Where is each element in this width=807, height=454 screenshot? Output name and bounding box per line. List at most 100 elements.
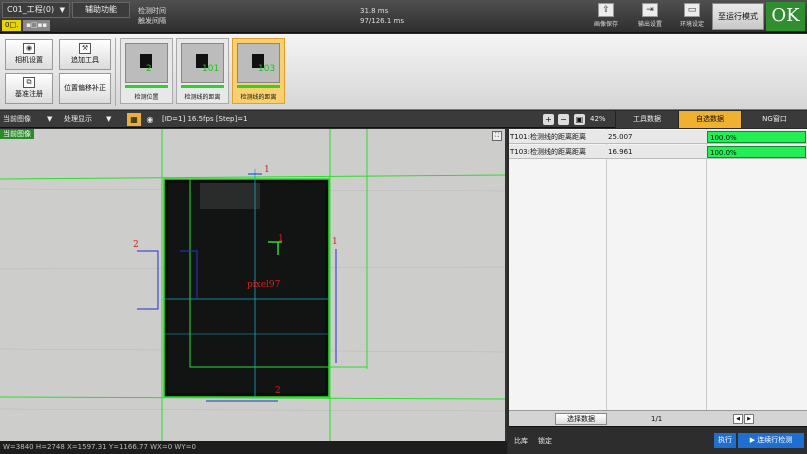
run-mode-button[interactable]: 至运行模式: [712, 3, 764, 30]
thumbnail-index: 2: [146, 64, 152, 74]
output-settings-button[interactable]: ⇥ 输出设置: [630, 2, 670, 31]
top-status-bar: C01_工程(0) ▼ 辅助功能 0□. ▪□▪▪ 检测时间 触发间隔 31.8…: [0, 0, 807, 33]
continuous-run-button[interactable]: ▶ 连续行检测: [738, 433, 804, 448]
monitor-icon: ▭: [684, 3, 700, 17]
marker-label: 1: [264, 165, 270, 175]
zoom-out-icon[interactable]: −: [558, 114, 569, 125]
tool-panel: ◉ 相机设置 ⧉ 基准注册 ⚒ 追加工具 位置偏移补正 2 检测位置 101 检…: [0, 34, 807, 110]
column-divider: [606, 129, 607, 410]
bottom-action-bar: 比库 锁定 执行 ▶ 连续行检测: [509, 426, 807, 454]
output-settings-label: 输出设置: [637, 21, 662, 28]
thumbnail-image: 2: [125, 43, 168, 83]
thumbnail-caption: 检测线的距离: [240, 94, 277, 101]
row-name: T103:检测线的距离距离: [510, 148, 586, 156]
next-page-icon[interactable]: ▶: [744, 414, 754, 424]
current-image-tag: 当前图像: [0, 129, 34, 139]
tool-thumbnail[interactable]: 2 检测位置: [120, 38, 173, 104]
current-image-label: 当前图像: [3, 115, 31, 123]
capture-status: [ID=1] 16.5fps [Step]=1: [162, 115, 248, 123]
zoom-in-icon[interactable]: +: [543, 114, 554, 125]
add-tool-label: 追加工具: [71, 56, 99, 64]
detect-time-label: 检测时间: [138, 7, 166, 15]
camera-icon: ◉: [23, 43, 35, 54]
add-tool-button[interactable]: ⚒ 追加工具: [59, 39, 111, 70]
row-name: T101:检测线的距离距离: [510, 133, 586, 141]
chevron-down-icon: ▼: [106, 115, 112, 123]
reference-register-label: 基准注册: [15, 90, 43, 98]
page-arrows: ◀ ▶: [733, 414, 754, 424]
row-value: 25.007: [608, 133, 633, 141]
tool-thumbnail-selected[interactable]: 103 检测线的距离: [232, 38, 285, 104]
table-row[interactable]: T103:检测线的距离距离 16.961 100.0%: [509, 145, 807, 159]
thumbnail-image: 103: [237, 43, 280, 83]
lock-button[interactable]: 锁定: [536, 435, 554, 448]
tool-icon: ⚒: [79, 43, 91, 54]
thumbnail-status-bar: [125, 85, 168, 88]
position-correction-button[interactable]: 位置偏移补正: [59, 73, 111, 104]
run-button[interactable]: 执行: [714, 433, 736, 448]
current-image-dropdown[interactable]: 当前图像 ▼: [3, 113, 59, 126]
eye-icon[interactable]: ◉: [143, 113, 157, 126]
compare-button[interactable]: 比库: [512, 435, 530, 448]
processing-display-dropdown[interactable]: 处理显示 ▼: [64, 113, 122, 126]
select-data-button[interactable]: 选择数据: [555, 413, 607, 425]
output-icon: ⇥: [642, 3, 658, 17]
data-table: T101:检测线的距离距离 25.007 100.0% T103:检测线的距离距…: [509, 129, 807, 410]
status-chip: 0□.: [2, 20, 22, 31]
trigger-interval-value: 97/126.1 ms: [360, 17, 404, 25]
tab-ng-window[interactable]: NG窗口: [741, 111, 807, 128]
environment-settings-label: 环境设定: [679, 21, 704, 28]
processing-display-label: 处理显示: [64, 115, 92, 123]
row-percent: 100.0%: [707, 131, 806, 143]
save-image-button[interactable]: ⇪ 画像保存: [586, 2, 626, 31]
tool-thumbnail[interactable]: 101 检测线的距离: [176, 38, 229, 104]
marker-label: 1: [332, 237, 338, 247]
app-window: C01_工程(0) ▼ 辅助功能 0□. ▪□▪▪ 检测时间 触发间隔 31.8…: [0, 0, 807, 454]
save-image-icon: ⇪: [598, 3, 614, 17]
tab-custom-data[interactable]: 自选数据: [678, 111, 741, 128]
result-badge: OK: [766, 2, 805, 31]
object-highlight: [200, 183, 260, 209]
tab-tool-data[interactable]: 工具数据: [615, 111, 678, 128]
thumbnail-image: 101: [181, 43, 224, 83]
divider: [115, 38, 116, 106]
zoom-fit-icon[interactable]: ▣: [574, 114, 585, 125]
thumbnail-caption: 检测位置: [134, 94, 159, 101]
trigger-interval-label: 触发间隔: [138, 17, 166, 25]
status-chips: 0□. ▪□▪▪: [2, 20, 51, 31]
register-icon: ⧉: [23, 77, 35, 88]
coordinate-readout: W=3840 H=2748 X=1597.31 Y=1166.77 WX=0 W…: [0, 441, 507, 454]
status-chip: ▪□▪▪: [23, 20, 51, 31]
zoom-level: 42%: [590, 115, 606, 123]
layout-icon[interactable]: ▦: [127, 113, 141, 126]
project-dropdown[interactable]: C01_工程(0) ▼: [2, 2, 70, 18]
image-view[interactable]: 当前图像 ⛶ 1 1 1 2 2 pixel97: [0, 129, 507, 441]
project-label: C01_工程(0): [7, 5, 55, 14]
inspection-overlay: 1 1 1 2 2 pixel97: [0, 129, 505, 441]
timing-values: 31.8 ms 97/126.1 ms: [360, 6, 404, 26]
column-divider: [706, 129, 707, 410]
row-percent: 100.0%: [707, 146, 806, 158]
camera-setup-label: 相机设置: [15, 56, 43, 64]
aux-function-button[interactable]: 辅助功能: [72, 2, 130, 18]
pager-bar: 选择数据 1/1 ◀ ▶: [509, 410, 807, 426]
thumbnail-index: 101: [202, 64, 220, 74]
detect-time-value: 31.8 ms: [360, 7, 389, 15]
environment-settings-button[interactable]: ▭ 环境设定: [672, 2, 712, 31]
page-number: 1/1: [651, 415, 663, 423]
marker-label: 2: [133, 240, 139, 250]
marker-label: 1: [278, 234, 284, 244]
chevron-down-icon: ▼: [59, 6, 65, 14]
position-correction-label: 位置偏移补正: [64, 84, 106, 92]
prev-page-icon[interactable]: ◀: [733, 414, 743, 424]
thumbnail-index: 103: [258, 64, 276, 74]
fullscreen-icon[interactable]: ⛶: [492, 131, 502, 141]
reference-register-button[interactable]: ⧉ 基准注册: [5, 73, 53, 104]
camera-setup-button[interactable]: ◉ 相机设置: [5, 39, 53, 70]
thumbnail-status-bar: [237, 85, 280, 88]
chevron-down-icon: ▼: [47, 115, 53, 123]
timing-labels: 检测时间 触发间隔: [138, 6, 166, 26]
row-value: 16.961: [608, 148, 633, 156]
table-row[interactable]: T101:检测线的距离距离 25.007 100.0%: [509, 130, 807, 144]
save-image-label: 画像保存: [593, 21, 618, 28]
